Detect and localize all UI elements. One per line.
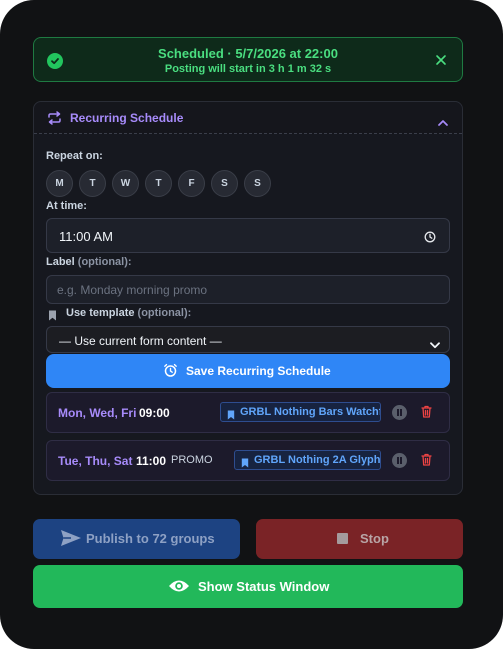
- template-optional-text: (optional):: [137, 307, 192, 319]
- schedule-template-tag[interactable]: GRBL Nothing Bars Watchface: [220, 402, 381, 422]
- schedule-time: 09:00: [139, 406, 170, 420]
- schedule-template-tag[interactable]: GRBL Nothing 2A Glyph: [234, 450, 381, 470]
- recurring-schedule-section: Recurring Schedule Repeat on: M T W T F …: [33, 101, 463, 495]
- trash-icon[interactable]: [421, 453, 432, 471]
- day-toggle-sunday[interactable]: S: [244, 170, 271, 197]
- close-icon[interactable]: [434, 53, 448, 67]
- schedule-label: PROMO: [171, 454, 213, 466]
- alarm-clock-icon: [163, 363, 178, 383]
- scheduler-panel: Scheduled · 5/7/2026 at 22:00 Posting wi…: [0, 0, 503, 649]
- label-field-label-text: Label: [46, 256, 75, 268]
- save-recurring-schedule-button[interactable]: Save Recurring Schedule: [46, 354, 450, 388]
- bookmark-icon: [227, 407, 235, 421]
- repeat-icon: [47, 111, 62, 130]
- template-label: Use template (optional):: [66, 307, 191, 319]
- label-input[interactable]: [46, 275, 450, 304]
- stop-icon: [337, 533, 348, 544]
- stop-label: Stop: [360, 531, 389, 546]
- show-status-window-button[interactable]: Show Status Window: [33, 565, 463, 608]
- day-toggle-wednesday[interactable]: W: [112, 170, 139, 197]
- schedule-time: 11:00: [136, 454, 167, 468]
- chevron-up-icon[interactable]: [438, 113, 448, 131]
- day-toggle-monday[interactable]: M: [46, 170, 73, 197]
- eye-icon: [168, 578, 190, 599]
- recurring-schedule-header[interactable]: Recurring Schedule: [34, 102, 462, 134]
- banner-countdown: Posting will start in 3 h 1 m 32 s: [164, 63, 332, 75]
- schedule-item: Tue, Thu, Sat 11:00 PROMO GRBL Nothing 2…: [46, 440, 450, 481]
- save-recurring-schedule-label: Save Recurring Schedule: [186, 364, 331, 378]
- show-status-window-label: Show Status Window: [198, 579, 330, 594]
- clock-icon[interactable]: [424, 230, 436, 248]
- day-toggle-saturday[interactable]: S: [211, 170, 238, 197]
- label-field-label: Label (optional):: [46, 256, 132, 268]
- at-time-label: At time:: [46, 200, 87, 212]
- day-toggle-tuesday[interactable]: T: [79, 170, 106, 197]
- template-label-text: Use template: [66, 307, 135, 319]
- day-toggle-thursday[interactable]: T: [145, 170, 172, 197]
- publish-label: Publish to 72 groups: [86, 531, 215, 546]
- bookmark-icon: [241, 455, 249, 469]
- publish-button[interactable]: Publish to 72 groups: [33, 519, 240, 559]
- pause-icon[interactable]: [392, 405, 407, 420]
- template-select[interactable]: — Use current form content —: [46, 326, 450, 353]
- banner-title: Scheduled · 5/7/2026 at 22:00: [158, 46, 338, 61]
- pause-icon[interactable]: [392, 453, 407, 468]
- repeat-on-label: Repeat on:: [46, 150, 103, 162]
- time-value: 11:00 AM: [59, 229, 113, 244]
- bookmark-icon: [48, 308, 57, 326]
- scheduled-banner: Scheduled · 5/7/2026 at 22:00 Posting wi…: [33, 37, 463, 82]
- stop-button[interactable]: Stop: [256, 519, 463, 559]
- send-icon: [60, 529, 82, 552]
- schedule-days: Tue, Thu, Sat: [58, 454, 133, 468]
- schedule-days: Mon, Wed, Fri: [58, 406, 137, 420]
- time-input[interactable]: 11:00 AM: [46, 218, 450, 253]
- template-select-value: — Use current form content —: [59, 334, 222, 348]
- schedule-template-name: GRBL Nothing Bars Watchface: [240, 406, 380, 418]
- label-optional-text: (optional):: [77, 256, 132, 268]
- trash-icon[interactable]: [421, 405, 432, 423]
- day-toggle-friday[interactable]: F: [178, 170, 205, 197]
- schedule-item: Mon, Wed, Fri 09:00 GRBL Nothing Bars Wa…: [46, 392, 450, 433]
- recurring-schedule-title: Recurring Schedule: [70, 111, 184, 125]
- schedule-template-name: GRBL Nothing 2A Glyph: [254, 454, 381, 466]
- chevron-down-icon: [430, 336, 440, 354]
